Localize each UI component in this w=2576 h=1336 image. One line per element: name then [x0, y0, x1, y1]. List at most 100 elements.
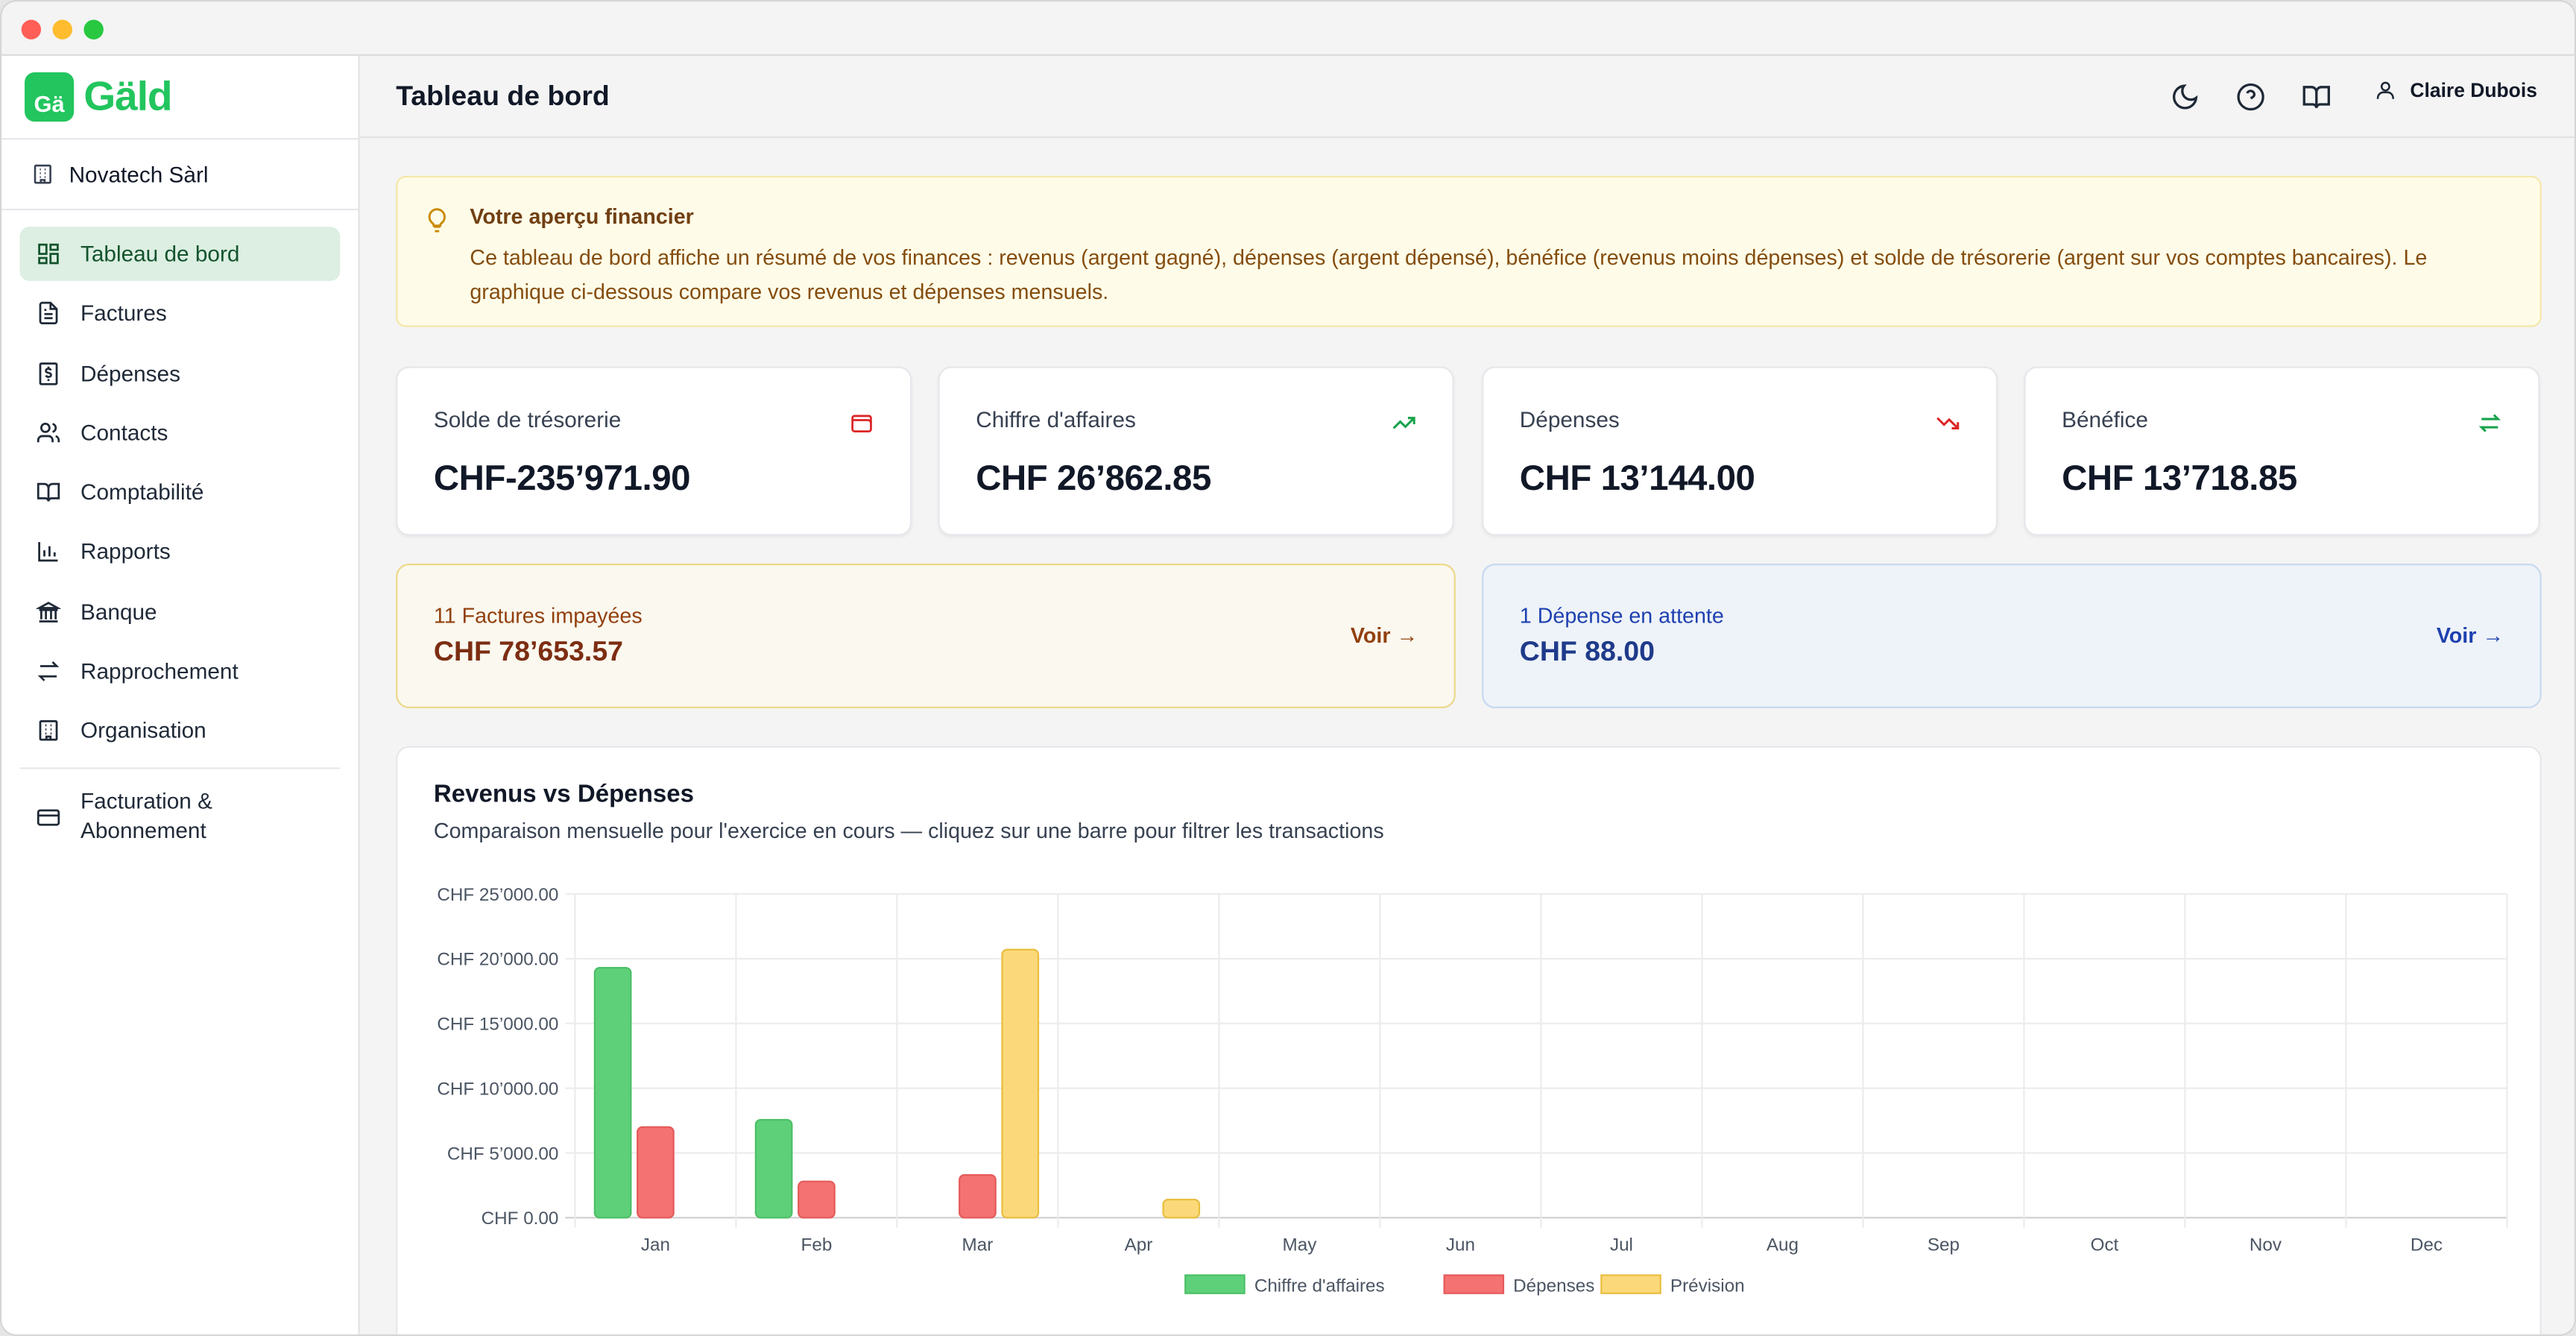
organization-switcher[interactable]: Novatech Sàrl	[1, 138, 359, 211]
kpi-value: CHF 13’718.85	[2062, 458, 2297, 498]
title-bar	[1, 1, 2575, 56]
sidebar-item-rapprochement[interactable]: Rapprochement	[19, 644, 340, 699]
sidebar-nav: Tableau de bord Factures Dépenses Contac…	[1, 210, 358, 851]
logo-text: Gäld	[83, 73, 172, 119]
financial-overview-info: Votre aperçu financier Ce tableau de bor…	[396, 175, 2542, 327]
legend-swatch	[1443, 1274, 1505, 1294]
chart-bar[interactable]	[1162, 1198, 1201, 1219]
close-window-button[interactable]	[21, 19, 42, 40]
legend-label[interactable]: Prévision	[1670, 1276, 1745, 1296]
top-header: Tableau de bord Claire Dubois	[359, 55, 2575, 139]
organization-name: Novatech Sàrl	[69, 162, 209, 187]
kpi-card-treasury: Solde de trésorerie CHF-235’971.90	[396, 366, 912, 536]
kpi-value: CHF 26’862.85	[976, 458, 1211, 498]
lightbulb-icon	[428, 208, 446, 233]
sidebar-item-organisation[interactable]: Organisation	[19, 704, 340, 758]
kpi-label: Chiffre d'affaires	[976, 407, 1136, 432]
sidebar-item-label: Contacts	[80, 420, 168, 446]
credit-card-icon	[37, 809, 60, 826]
users-icon	[37, 422, 60, 442]
legend-swatch	[1184, 1274, 1246, 1294]
chart-bar[interactable]	[798, 1180, 836, 1219]
sidebar-item-label: Comptabilité	[80, 480, 204, 505]
help-icon[interactable]	[2236, 82, 2266, 112]
kpi-card-expenses: Dépenses CHF 13’144.00	[1482, 366, 1998, 536]
x-tick-label: May	[1283, 1235, 1318, 1255]
sidebar-item-facturation-abonnement[interactable]: Facturation & Abonnement	[19, 783, 340, 852]
kpi-card-revenue: Chiffre d'affaires CHF 26’862.85	[938, 366, 1454, 536]
sidebar-divider	[19, 768, 341, 770]
dashboard-icon	[38, 243, 59, 265]
legend-label[interactable]: Chiffre d'affaires	[1254, 1276, 1385, 1296]
x-tick-label: Apr	[1125, 1235, 1153, 1255]
wallet-icon	[851, 415, 872, 432]
y-tick-label: CHF 10’000.00	[437, 1079, 558, 1099]
y-tick-label: CHF 15’000.00	[437, 1015, 558, 1035]
x-tick-label: Oct	[2091, 1235, 2119, 1255]
sidebar-item-rapports[interactable]: Rapports	[19, 525, 340, 579]
page-title: Tableau de bord	[396, 81, 610, 112]
x-tick-label: Jun	[1446, 1235, 1475, 1255]
minimize-window-button[interactable]	[52, 19, 72, 40]
sidebar-item-comptabilite[interactable]: Comptabilité	[19, 465, 340, 520]
alert-amount: CHF 88.00	[1519, 636, 1655, 667]
sidebar-item-label: Rapprochement	[80, 659, 239, 684]
legend-label[interactable]: Dépenses	[1513, 1276, 1594, 1296]
user-name: Claire Dubois	[2410, 78, 2537, 102]
bank-icon	[36, 601, 61, 623]
view-pending-expenses-link[interactable]: Voir →	[2437, 623, 2504, 647]
y-tick-label: CHF 20’000.00	[437, 950, 558, 970]
x-tick-label: Mar	[962, 1235, 994, 1255]
logo[interactable]: Gä Gäld	[1, 56, 358, 138]
receipt-icon	[39, 362, 58, 385]
info-title: Votre aperçu financier	[470, 204, 694, 229]
revenue-expenses-bar-chart: CHF 0.00 CHF 5’000.00 CHF 10’000.00 CHF 15’…	[437, 885, 2508, 1296]
kpi-label: Solde de trésorerie	[433, 407, 622, 432]
chart-bar[interactable]	[754, 1118, 793, 1219]
sidebar-item-depenses[interactable]: Dépenses	[19, 346, 340, 400]
arrows-exchange-icon	[2478, 414, 2501, 432]
sidebar-item-label: Banque	[80, 599, 157, 625]
logo-badge: Gä	[25, 72, 75, 122]
x-tick-label: Jan	[641, 1235, 670, 1255]
user-menu-button[interactable]: Claire Dubois	[2374, 79, 2537, 102]
sidebar-item-contacts[interactable]: Contacts	[19, 406, 340, 460]
book-icon	[37, 483, 60, 502]
sidebar-item-banque[interactable]: Banque	[19, 584, 340, 639]
building-icon	[34, 164, 51, 184]
trending-up-icon	[1392, 417, 1415, 429]
chart-bar[interactable]	[593, 966, 632, 1219]
kpi-label: Bénéfice	[2062, 407, 2148, 432]
legend-swatch	[1600, 1274, 1661, 1294]
y-tick-label: CHF 5’000.00	[447, 1144, 559, 1164]
book-open-icon[interactable]	[2302, 82, 2332, 112]
x-tick-label: Feb	[801, 1235, 833, 1255]
bar-chart-icon	[38, 543, 58, 563]
chart-bar[interactable]	[1001, 948, 1040, 1219]
x-tick-label: Nov	[2250, 1235, 2282, 1255]
x-tick-label: Jul	[1610, 1235, 1633, 1255]
chart-bar[interactable]	[959, 1173, 997, 1219]
user-icon	[2376, 81, 2394, 99]
sidebar-item-label: Facturation & Abonnement	[80, 789, 212, 844]
x-tick-label: Dec	[2411, 1235, 2443, 1255]
sidebar-item-label: Organisation	[80, 719, 206, 744]
arrows-icon	[37, 661, 60, 681]
sidebar-item-label: Factures	[80, 301, 167, 327]
sidebar-item-label: Tableau de bord	[80, 242, 240, 267]
sidebar-item-label: Rapports	[80, 540, 171, 565]
kpi-card-profit: Bénéfice CHF 13’718.85	[2024, 366, 2540, 536]
maximize-window-button[interactable]	[83, 19, 104, 40]
alert-title: 1 Dépense en attente	[1519, 602, 1724, 628]
y-tick-label: CHF 0.00	[482, 1209, 559, 1229]
x-tick-label: Sep	[1928, 1235, 1960, 1255]
view-unpaid-invoices-link[interactable]: Voir →	[1351, 623, 1418, 647]
sidebar-item-tableau-de-bord[interactable]: Tableau de bord	[19, 227, 341, 281]
sidebar-item-factures[interactable]: Factures	[19, 286, 340, 341]
alert-title: 11 Factures impayées	[433, 602, 643, 628]
moon-icon[interactable]	[2171, 82, 2200, 112]
chart-bar[interactable]	[637, 1126, 675, 1219]
x-tick-label: Aug	[1767, 1235, 1799, 1255]
sidebar: Gä Gäld Novatech Sàrl Tableau de bord Fa…	[1, 55, 360, 1335]
kpi-value: CHF 13’144.00	[1519, 458, 1755, 498]
